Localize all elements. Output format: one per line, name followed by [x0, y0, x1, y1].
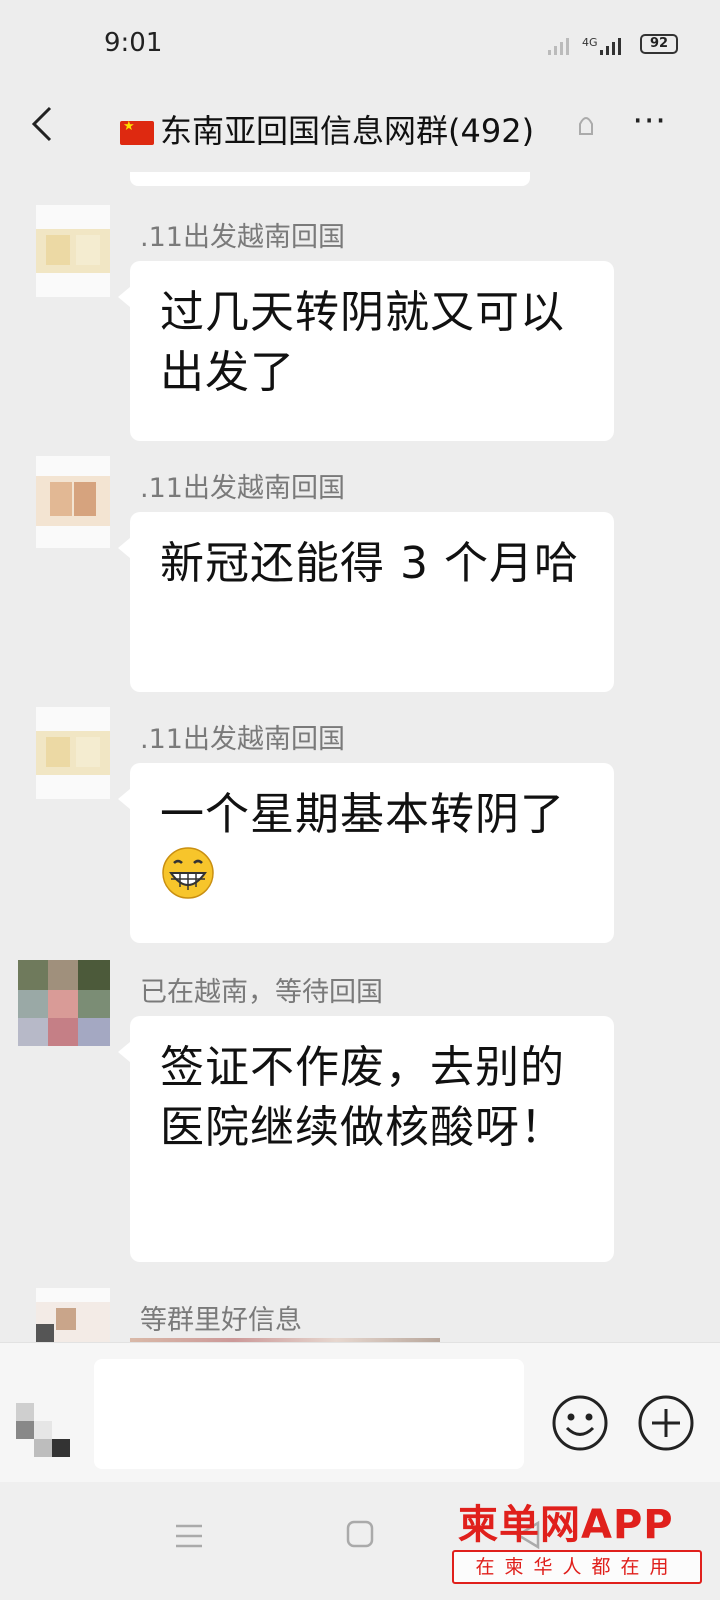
- more-options-icon[interactable]: ⋯: [632, 100, 668, 140]
- message-text: 过几天转阴就又可以出发了: [160, 287, 565, 398]
- message-bubble[interactable]: 签证不作废，去别的医院继续做核酸呀！: [118, 1016, 614, 1262]
- emoji-icon[interactable]: [550, 1393, 610, 1453]
- battery-indicator: 92: [640, 34, 678, 54]
- group-name: 东南亚回国信息网群(492): [160, 112, 535, 150]
- message-input[interactable]: [94, 1359, 524, 1469]
- mute-icon: [579, 117, 593, 135]
- home-icon[interactable]: [346, 1520, 374, 1548]
- sender-name: 已在越南，等待回国: [140, 977, 383, 1008]
- back-arrow-icon[interactable]: [24, 104, 64, 144]
- previous-message-bubble: [130, 172, 530, 186]
- chat-title: 东南亚回国信息网群(492): [120, 106, 534, 152]
- avatar[interactable]: [36, 205, 110, 297]
- message-text: 新冠还能得 3 个月哈: [160, 538, 579, 589]
- message-bubble[interactable]: 新冠还能得 3 个月哈: [118, 512, 614, 692]
- sender-name: 等群里好信息: [140, 1305, 302, 1336]
- input-bar: [0, 1342, 720, 1482]
- voice-toggle-icon[interactable]: [16, 1403, 72, 1459]
- sender-name: .11出发越南回国: [140, 222, 345, 253]
- message-bubble[interactable]: 过几天转阴就又可以出发了: [118, 261, 614, 441]
- sender-name: .11出发越南回国: [140, 473, 345, 504]
- watermark-logo: 柬单网APP: [458, 1502, 674, 1548]
- plus-icon[interactable]: [636, 1393, 696, 1453]
- status-bar: 9:01 4G 92: [0, 0, 720, 90]
- china-flag-icon: [120, 119, 154, 145]
- avatar[interactable]: [18, 960, 110, 1046]
- status-time: 9:01: [104, 28, 163, 58]
- watermark: 柬单网APP 在柬华人都在用: [452, 1492, 714, 1596]
- watermark-slogan: 在柬华人都在用: [452, 1550, 702, 1584]
- avatar[interactable]: [36, 707, 110, 799]
- grin-icon: [162, 847, 214, 899]
- svg-text:4G: 4G: [582, 36, 598, 49]
- message-text: 签证不作废，去别的医院继续做核酸呀！: [160, 1042, 565, 1153]
- chat-header: 东南亚回国信息网群(492) ⋯: [0, 90, 720, 180]
- message-text: 一个星期基本转阴了: [160, 789, 565, 840]
- signal-icon: 4G: [548, 36, 621, 55]
- message-bubble[interactable]: 一个星期基本转阴了: [118, 763, 614, 943]
- menu-icon[interactable]: [174, 1522, 204, 1550]
- sender-name: .11出发越南回国: [140, 724, 345, 755]
- avatar[interactable]: [36, 456, 110, 548]
- avatar[interactable]: [36, 1288, 110, 1348]
